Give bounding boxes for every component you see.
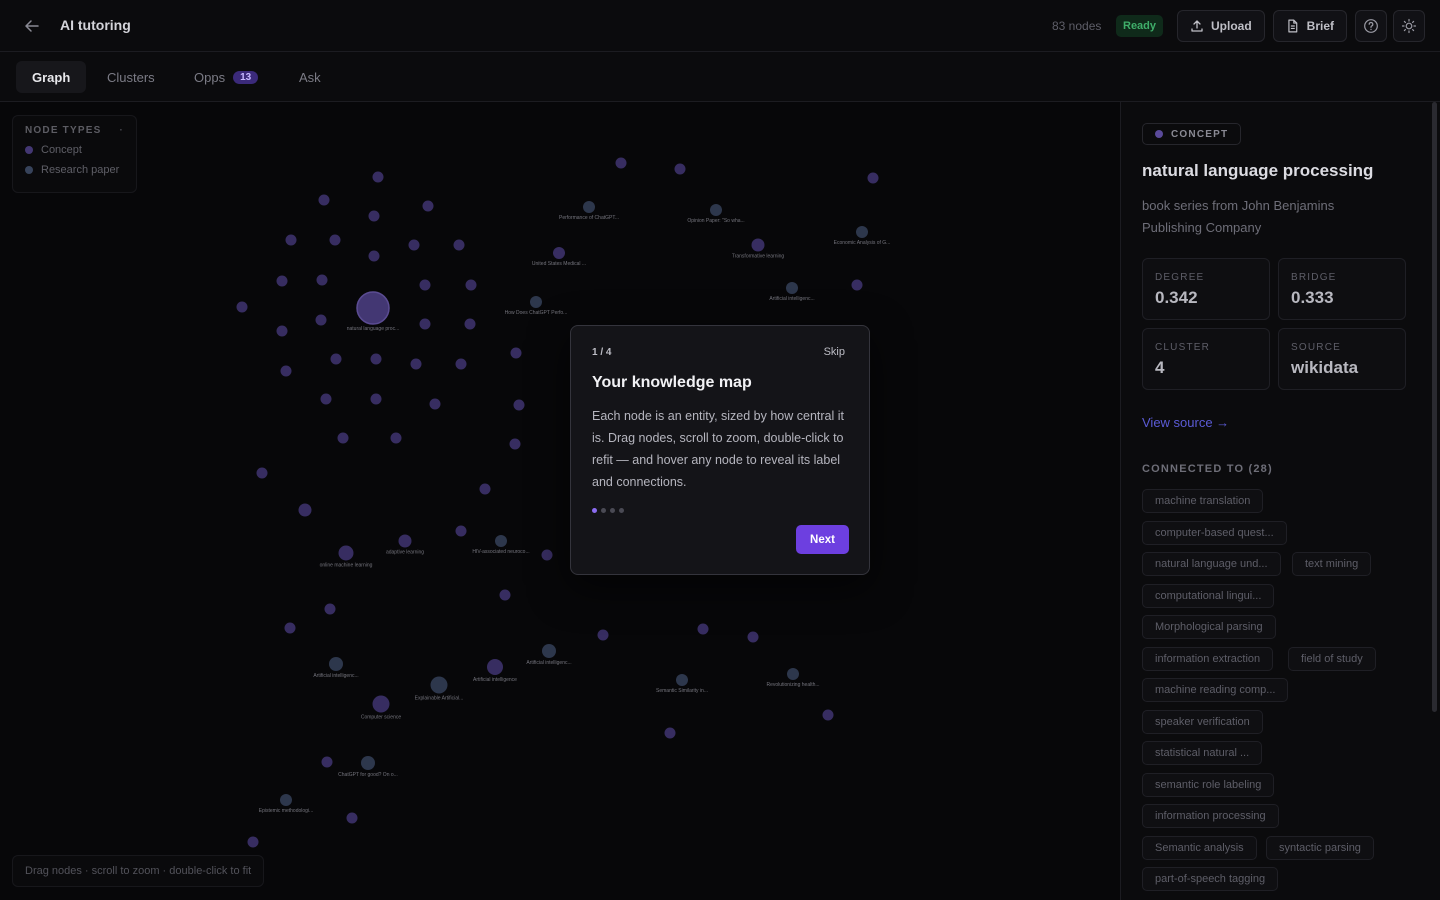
tab-clusters-label: Clusters — [107, 69, 155, 85]
progress-dot — [619, 508, 624, 513]
connection-tag[interactable]: computational lingui... — [1142, 584, 1275, 608]
connection-tag[interactable]: text mining — [1292, 552, 1372, 576]
back-arrow-icon[interactable] — [20, 14, 44, 38]
top-bar: AI tutoring 83 nodes Ready Upload Brief — [0, 0, 1440, 52]
connection-tag[interactable]: natural language und... — [1142, 552, 1281, 576]
project-title: AI tutoring — [60, 17, 131, 33]
connection-tag[interactable]: semantic role labeling — [1142, 773, 1275, 797]
tab-ask[interactable]: Ask — [283, 61, 337, 93]
stat-degree: DEGREE 0.342 — [1142, 258, 1270, 320]
connection-tag[interactable]: information extraction — [1142, 647, 1274, 671]
connection-tag[interactable]: computer-based quest... — [1142, 521, 1287, 545]
brief-button[interactable]: Brief — [1273, 10, 1347, 42]
brief-label: Brief — [1306, 19, 1334, 33]
stat-bridge: BRIDGE 0.333 — [1278, 258, 1406, 320]
progress-dot — [601, 508, 606, 513]
tab-clusters[interactable]: Clusters — [91, 61, 171, 93]
document-icon — [1288, 19, 1298, 33]
tab-opps[interactable]: Opps 13 — [178, 61, 274, 93]
connection-tag[interactable]: Semantic analysis — [1142, 836, 1257, 860]
tab-graph-label: Graph — [32, 69, 71, 85]
upload-label: Upload — [1211, 19, 1252, 33]
tab-ask-label: Ask — [299, 69, 321, 85]
stat-label: DEGREE — [1155, 272, 1205, 283]
entity-detail-panel: CONCEPT natural language processing book… — [1120, 102, 1440, 900]
entity-type-label: CONCEPT — [1171, 128, 1229, 140]
skip-button[interactable]: Skip — [824, 346, 845, 358]
stat-label: BRIDGE — [1291, 272, 1337, 283]
view-source-link[interactable]: View source → — [1142, 415, 1229, 430]
entity-description: book series from John Benjamins Publishi… — [1142, 198, 1335, 235]
tour-dialog: 1 / 4 Skip Your knowledge map Each node … — [570, 325, 870, 575]
upload-button[interactable]: Upload — [1177, 10, 1265, 42]
tour-progress-dots — [592, 508, 624, 513]
progress-dot — [610, 508, 615, 513]
connection-tag[interactable]: part-of-speech tagging — [1142, 867, 1279, 891]
view-tabs: Graph Clusters Opps 13 Ask — [0, 52, 1440, 102]
sun-icon[interactable] — [1393, 10, 1425, 42]
connection-tag[interactable]: syntactic parsing — [1266, 836, 1374, 860]
connection-tag[interactable]: statistical natural ... — [1142, 741, 1263, 765]
connection-tag[interactable]: field of study — [1288, 647, 1376, 671]
stat-label: CLUSTER — [1155, 342, 1211, 353]
stat-value: 0.342 — [1155, 288, 1198, 307]
stat-value: wikidata — [1291, 358, 1359, 377]
entity-title: natural language processing — [1142, 161, 1374, 180]
connection-tag[interactable]: machine reading comp... — [1142, 678, 1289, 702]
tour-backdrop — [0, 102, 1120, 900]
help-icon[interactable] — [1355, 10, 1387, 42]
stat-value: 0.333 — [1291, 288, 1334, 307]
tour-title: Your knowledge map — [592, 374, 752, 391]
node-count: 83 nodes — [1052, 19, 1102, 33]
upload-icon — [1191, 20, 1203, 32]
opps-count-badge: 13 — [233, 70, 259, 84]
progress-dot — [592, 508, 597, 513]
connection-tag[interactable]: speaker verification — [1142, 710, 1263, 734]
tour-step-counter: 1 / 4 — [592, 347, 612, 358]
connection-tag[interactable]: Morphological parsing — [1142, 615, 1276, 639]
connection-tag[interactable]: information processing — [1142, 804, 1279, 828]
tab-opps-label: Opps — [194, 69, 226, 85]
tab-graph[interactable]: Graph — [16, 61, 87, 93]
stat-source: SOURCE wikidata — [1278, 328, 1406, 390]
stat-label: SOURCE — [1291, 342, 1341, 353]
next-button[interactable]: Next — [796, 525, 849, 554]
status-badge: Ready — [1116, 15, 1164, 37]
stat-cluster: CLUSTER 4 — [1142, 328, 1270, 390]
panel-scrollbar[interactable] — [1432, 102, 1437, 712]
tour-body: Each node is an entity, sized by how cen… — [592, 409, 844, 489]
connected-to-heading: CONNECTED TO (28) — [1142, 463, 1273, 475]
concept-dot-icon — [1155, 130, 1163, 138]
entity-type-chip: CONCEPT — [1142, 123, 1242, 145]
stat-value: 4 — [1155, 358, 1165, 377]
connection-tag[interactable]: machine translation — [1142, 489, 1264, 513]
